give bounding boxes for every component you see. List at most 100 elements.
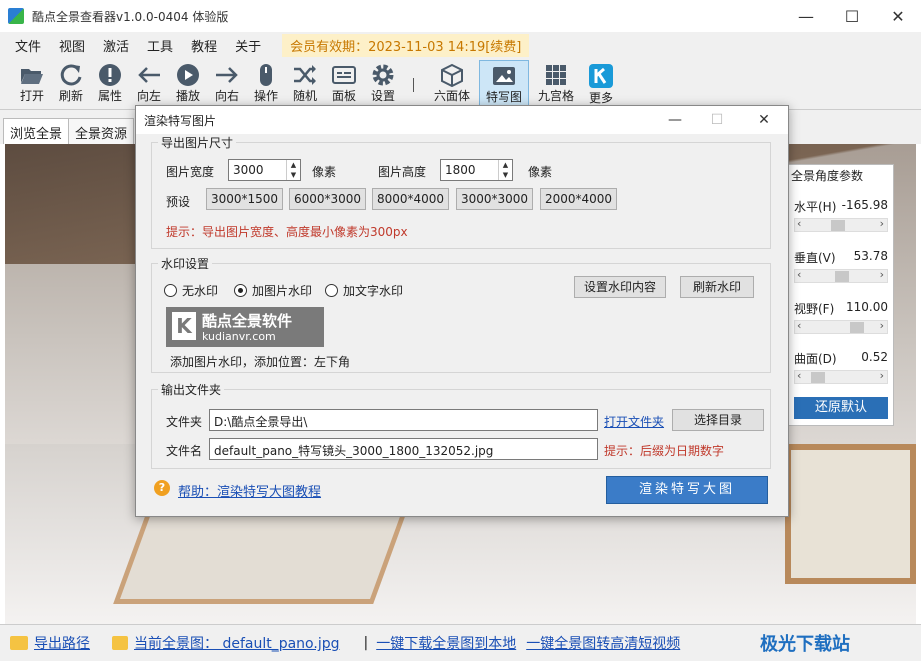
menu-bar: 文件 视图 激活 工具 教程 关于 会员有效期：2023-11-03 14:19… bbox=[0, 32, 921, 58]
height-unit: 像素 bbox=[528, 165, 553, 179]
more-button[interactable]: 更多 bbox=[581, 60, 621, 108]
render-closeup-button[interactable]: 渲染特写大图 bbox=[606, 476, 768, 504]
export-path-link[interactable]: 导出路径 bbox=[34, 633, 90, 653]
h-value: -165.98 bbox=[841, 198, 888, 212]
close-button[interactable]: ✕ bbox=[875, 0, 921, 32]
site-watermark: 极光下载站 bbox=[760, 634, 850, 655]
text-watermark-radio[interactable]: 加文字水印 bbox=[325, 282, 403, 299]
settings-button[interactable]: 设置 bbox=[363, 60, 403, 108]
h-slider[interactable]: ‹ › bbox=[794, 217, 888, 232]
preset-2000x4000-button[interactable]: 2000*4000 bbox=[540, 188, 617, 210]
right-button[interactable]: 向右 bbox=[207, 60, 247, 108]
chevron-left-icon[interactable]: ‹ bbox=[797, 369, 801, 382]
preset-3000x1500-button[interactable]: 3000*1500 bbox=[206, 188, 283, 210]
current-pano-link[interactable]: 当前全景图： default_pano.jpg bbox=[134, 633, 339, 653]
folder-label: 文件夹 bbox=[166, 415, 203, 429]
properties-button[interactable]: 属性 bbox=[90, 60, 130, 108]
size-hint: 提示：导出图片宽度、高度最小像素为300px bbox=[166, 225, 408, 239]
preset-6000x3000-button[interactable]: 6000*3000 bbox=[289, 188, 366, 210]
grid-button[interactable]: 九宫格 bbox=[536, 60, 576, 108]
preset-8000x4000-button[interactable]: 8000*4000 bbox=[372, 188, 449, 210]
d-slider-thumb[interactable] bbox=[811, 372, 825, 383]
filename-hint: 提示：后缀为日期数字 bbox=[604, 444, 725, 458]
download-pano-link[interactable]: 一键下载全景图到本地 bbox=[376, 633, 516, 653]
output-group-title: 输出文件夹 bbox=[158, 381, 225, 398]
help-tutorial-link[interactable]: 帮助：渲染特写大图教程 bbox=[178, 481, 321, 500]
menu-tutorial[interactable]: 教程 bbox=[182, 36, 226, 55]
refresh-button[interactable]: 刷新 bbox=[51, 60, 91, 108]
dialog-maximize-button: ☐ bbox=[710, 112, 724, 128]
panel-icon bbox=[332, 66, 356, 84]
shuffle-icon bbox=[294, 65, 316, 85]
open-folder-link[interactable]: 打开文件夹 bbox=[604, 413, 664, 430]
folder-input[interactable]: D:\酷点全景导出\ bbox=[209, 409, 598, 431]
d-value: 0.52 bbox=[861, 350, 888, 364]
cube-button[interactable]: 六面体 bbox=[432, 60, 472, 108]
filename-input[interactable]: default_pano_特写镜头_3000_1800_132052.jpg bbox=[209, 438, 598, 460]
choose-directory-button[interactable]: 选择目录 bbox=[672, 409, 764, 431]
toolbar-separator bbox=[413, 78, 414, 92]
app-title: 酷点全景查看器v1.0.0-0404 体验版 bbox=[32, 9, 229, 24]
open-button[interactable]: 打开 bbox=[12, 60, 52, 108]
menu-about[interactable]: 关于 bbox=[226, 36, 270, 55]
refresh-watermark-button[interactable]: 刷新水印 bbox=[680, 276, 754, 298]
closeup-button[interactable]: 特写图 bbox=[479, 60, 529, 108]
height-stepper[interactable]: 1800 ▲ ▼ bbox=[440, 159, 513, 181]
width-stepper[interactable]: 3000 ▲ ▼ bbox=[228, 159, 301, 181]
info-icon bbox=[99, 64, 121, 86]
chevron-left-icon[interactable]: ‹ bbox=[797, 268, 801, 281]
maximize-button[interactable]: ☐ bbox=[829, 0, 875, 32]
menu-file[interactable]: 文件 bbox=[6, 36, 50, 55]
filename-label: 文件名 bbox=[166, 444, 203, 458]
watermark-group-title: 水印设置 bbox=[158, 255, 213, 272]
chevron-left-icon[interactable]: ‹ bbox=[797, 217, 801, 230]
stepper-arrows-icon[interactable]: ▲ ▼ bbox=[286, 160, 300, 180]
operation-button[interactable]: 操作 bbox=[246, 60, 286, 108]
dialog-close-button[interactable]: ✕ bbox=[741, 106, 787, 134]
h-slider-thumb[interactable] bbox=[831, 220, 845, 231]
minimize-button[interactable]: — bbox=[783, 0, 829, 32]
f-slider-thumb[interactable] bbox=[850, 322, 864, 333]
convert-video-link[interactable]: 一键全景图转高清短视频 bbox=[526, 633, 680, 653]
panel-button[interactable]: 面板 bbox=[324, 60, 364, 108]
tab-browse[interactable]: 浏览全景 bbox=[3, 118, 70, 144]
chevron-right-icon[interactable]: › bbox=[880, 217, 884, 230]
image-watermark-radio[interactable]: 加图片水印 bbox=[234, 282, 312, 299]
menu-tools[interactable]: 工具 bbox=[138, 36, 182, 55]
left-button[interactable]: 向左 bbox=[129, 60, 169, 108]
app-logo-icon bbox=[8, 8, 24, 24]
v-label: 垂直(V) bbox=[794, 251, 836, 265]
chevron-right-icon[interactable]: › bbox=[880, 319, 884, 332]
membership-badge[interactable]: 会员有效期：2023-11-03 14:19[续费] bbox=[282, 33, 530, 57]
preset-label: 预设 bbox=[166, 195, 191, 209]
preset-3000x3000-button[interactable]: 3000*3000 bbox=[456, 188, 533, 210]
set-watermark-button[interactable]: 设置水印内容 bbox=[574, 276, 666, 298]
f-slider[interactable]: ‹ › bbox=[794, 319, 888, 334]
width-label: 图片宽度 bbox=[166, 165, 215, 179]
d-slider[interactable]: ‹ › bbox=[794, 369, 888, 384]
f-value: 110.00 bbox=[846, 300, 888, 314]
v-slider[interactable]: ‹ › bbox=[794, 268, 888, 283]
play-button[interactable]: 播放 bbox=[168, 60, 208, 108]
menu-view[interactable]: 视图 bbox=[50, 36, 94, 55]
image-icon bbox=[493, 67, 515, 85]
reset-default-button[interactable]: 还原默认 bbox=[794, 397, 888, 419]
mouse-icon bbox=[260, 64, 272, 86]
grid-icon bbox=[546, 65, 566, 85]
dialog-minimize-button[interactable]: — bbox=[652, 106, 698, 134]
angle-panel-title: 全景角度参数 bbox=[791, 169, 864, 183]
no-watermark-radio[interactable]: 无水印 bbox=[164, 282, 218, 299]
v-row: 垂直(V) 53.78 bbox=[794, 249, 888, 266]
menu-activate[interactable]: 激活 bbox=[94, 36, 138, 55]
title-bar: 酷点全景查看器v1.0.0-0404 体验版 — ☐ ✕ bbox=[0, 0, 921, 32]
chevron-right-icon[interactable]: › bbox=[880, 369, 884, 382]
random-button[interactable]: 随机 bbox=[285, 60, 325, 108]
h-label: 水平(H) bbox=[794, 200, 837, 214]
stepper-arrows-icon[interactable]: ▲ ▼ bbox=[498, 160, 512, 180]
chevron-left-icon[interactable]: ‹ bbox=[797, 319, 801, 332]
v-slider-thumb[interactable] bbox=[835, 271, 849, 282]
chevron-right-icon[interactable]: › bbox=[880, 268, 884, 281]
folder-open-icon bbox=[21, 69, 43, 84]
tab-resources[interactable]: 全景资源 bbox=[68, 118, 135, 144]
arrow-right-icon bbox=[216, 67, 238, 83]
